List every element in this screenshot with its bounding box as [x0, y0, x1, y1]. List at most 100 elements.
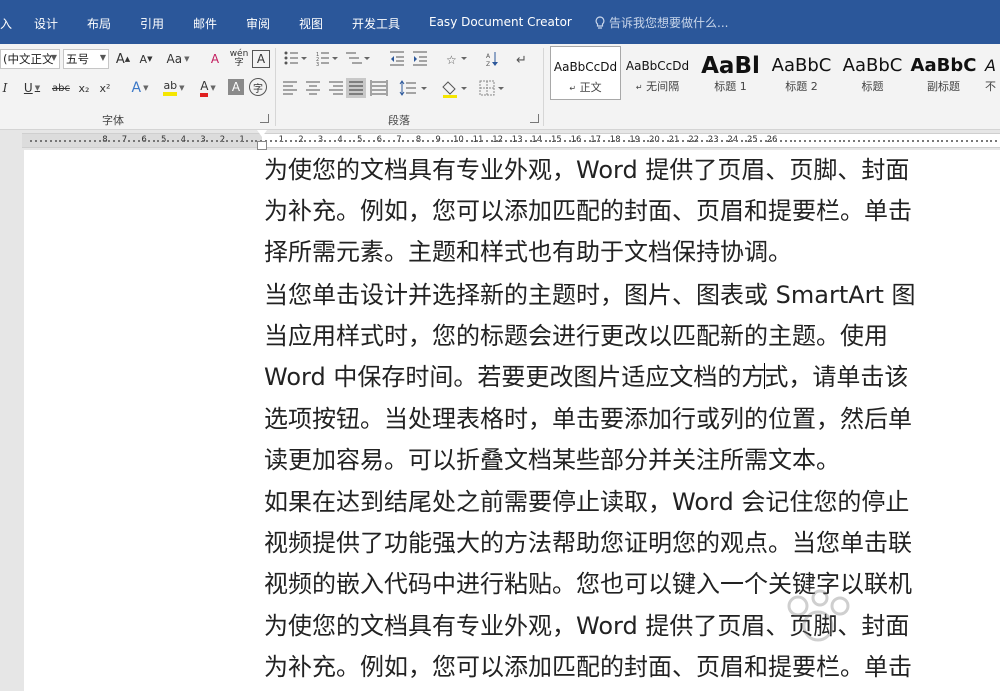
lightbulb-icon — [595, 16, 605, 29]
style-normal[interactable]: AaBbCcDd ↵ 正文 — [550, 46, 621, 100]
style-heading-1[interactable]: AaBl 标题 1 — [695, 46, 766, 100]
style-preview: AaBbC — [771, 55, 832, 76]
tab-design[interactable]: 设计 — [34, 15, 58, 32]
tab-easy-document-creator[interactable]: Easy Document Creator — [429, 15, 572, 29]
first-line-indent-marker[interactable] — [257, 130, 267, 137]
left-indent-marker[interactable] — [257, 141, 267, 150]
italic-icon: I — [2, 81, 8, 95]
ruler-tick — [853, 140, 856, 142]
ruler-tick — [823, 140, 826, 142]
chevron-down-icon: ▼ — [143, 84, 149, 92]
chinese-layout-icon[interactable]: ☆ — [446, 53, 467, 67]
ruler-tick — [637, 140, 640, 142]
chevron-down-icon[interactable]: ▼ — [51, 53, 57, 62]
shrink-font-button[interactable]: A ▼ — [136, 49, 156, 69]
style-subtle-emphasis[interactable]: A 不 — [979, 46, 1000, 100]
ruler-tick — [402, 140, 405, 142]
ruler-tick — [30, 140, 32, 142]
ruler-tick — [108, 140, 111, 142]
character-shading-button[interactable]: A — [228, 79, 244, 95]
tab-view[interactable]: 视图 — [299, 15, 323, 32]
ruler-tick — [559, 140, 562, 142]
ruler-tick — [529, 140, 532, 142]
tab-references[interactable]: 引用 — [140, 15, 164, 32]
subscript-icon: x₂ — [78, 81, 90, 95]
shading-icon[interactable] — [442, 81, 467, 98]
increase-indent-icon[interactable] — [413, 51, 427, 66]
ruler-tick — [882, 140, 885, 142]
clear-formatting-button[interactable]: A — [205, 49, 225, 69]
tab-review[interactable]: 审阅 — [246, 15, 270, 32]
font-size-combo[interactable]: 五号 ▼ — [63, 49, 109, 69]
ruler-tick — [681, 140, 684, 142]
decrease-indent-icon[interactable] — [390, 51, 404, 66]
word-window: 入 设计 布局 引用 邮件 审阅 视图 开发工具 Easy Document C… — [0, 0, 1000, 691]
style-heading-2[interactable]: AaBbC 标题 2 — [766, 46, 837, 100]
sort-icon[interactable]: AZ — [486, 52, 498, 68]
ruler-tick — [818, 140, 821, 142]
text-after-cursor: 式，请单击该 — [764, 363, 909, 391]
ribbon: (中文正文 ▼ 五号 ▼ A ▲ A ▼ Aa ▼ A wén 字 A I U ▼ abc x… — [0, 44, 1000, 130]
style-name: 副标题 — [927, 80, 960, 93]
ruler-tick — [549, 140, 552, 142]
justify-icon[interactable] — [346, 78, 366, 98]
tab-developer[interactable]: 开发工具 — [352, 15, 400, 32]
distributed-icon[interactable] — [370, 80, 388, 96]
font-name-combo[interactable]: (中文正文 ▼ — [0, 49, 60, 69]
style-preview: AaBbC — [910, 55, 977, 76]
group-divider — [275, 48, 276, 126]
align-right-icon[interactable] — [329, 81, 343, 95]
ruler-tick — [755, 140, 758, 142]
style-title[interactable]: AaBbC 标题 — [837, 46, 908, 100]
ruler-tick — [691, 140, 694, 142]
ruler-tick — [916, 140, 919, 142]
italic-button[interactable]: I — [0, 78, 10, 98]
numbering-icon[interactable]: 1 2 3 — [316, 52, 338, 68]
superscript-button[interactable]: x² — [96, 78, 114, 98]
font-color-button[interactable]: A ▼ — [193, 78, 223, 98]
chevron-down-icon[interactable]: ▼ — [100, 53, 106, 62]
svg-text:☆: ☆ — [446, 53, 457, 67]
phonetic-guide-button[interactable]: wén 字 — [228, 49, 250, 69]
ruler-tick — [314, 140, 317, 142]
tab-insert[interactable]: 入 — [0, 15, 12, 32]
style-subtitle[interactable]: AaBbC 副标题 — [908, 46, 979, 100]
borders-icon[interactable] — [479, 80, 504, 96]
style-name: ↵ 无间隔 — [635, 80, 680, 93]
ruler-tick — [284, 140, 287, 142]
ruler-tick — [980, 140, 983, 142]
ruler-tick — [799, 140, 802, 142]
horizontal-ruler[interactable]: 8765432112345678910111213141516171819202… — [22, 133, 1000, 148]
ruler-tick — [446, 140, 449, 142]
tab-layout[interactable]: 布局 — [87, 15, 111, 32]
ruler-tick — [936, 140, 939, 142]
character-border-button[interactable]: A — [252, 50, 270, 68]
align-center-icon[interactable] — [306, 81, 320, 95]
change-case-button[interactable]: Aa ▼ — [162, 49, 194, 69]
show-formatting-marks-icon[interactable]: ↵ — [516, 53, 527, 68]
grow-font-button[interactable]: A ▲ — [113, 49, 133, 69]
highlight-color-button[interactable]: ab ▼ — [158, 78, 190, 98]
bullets-icon[interactable] — [284, 51, 308, 65]
ruler-tick — [324, 140, 326, 142]
svg-text:↵: ↵ — [516, 53, 527, 68]
paragraph-dialog-launcher[interactable] — [530, 114, 539, 123]
style-no-spacing[interactable]: AaBbCcDd ↵ 无间隔 — [622, 46, 693, 100]
text-effects-button[interactable]: A ▼ — [125, 78, 155, 98]
ruler-tick — [177, 140, 179, 142]
grow-font-icon: A — [115, 51, 125, 67]
strikethrough-button[interactable]: abc — [50, 78, 72, 98]
multilevel-list-icon[interactable] — [346, 52, 370, 64]
enclose-characters-button[interactable]: 字 — [249, 78, 267, 96]
underline-icon: U — [23, 81, 33, 95]
underline-button[interactable]: U ▼ — [18, 78, 46, 98]
align-left-icon[interactable] — [283, 81, 297, 95]
tell-me-box[interactable]: 告诉我您想要做什么... — [595, 14, 728, 31]
ruler-tick — [618, 140, 620, 142]
font-dialog-launcher[interactable] — [260, 114, 269, 123]
ruler-tick — [686, 140, 689, 142]
line-spacing-icon[interactable] — [399, 80, 427, 96]
tab-mailings[interactable]: 邮件 — [193, 15, 217, 32]
subscript-button[interactable]: x₂ — [75, 78, 93, 98]
ruler-tick — [368, 140, 371, 142]
